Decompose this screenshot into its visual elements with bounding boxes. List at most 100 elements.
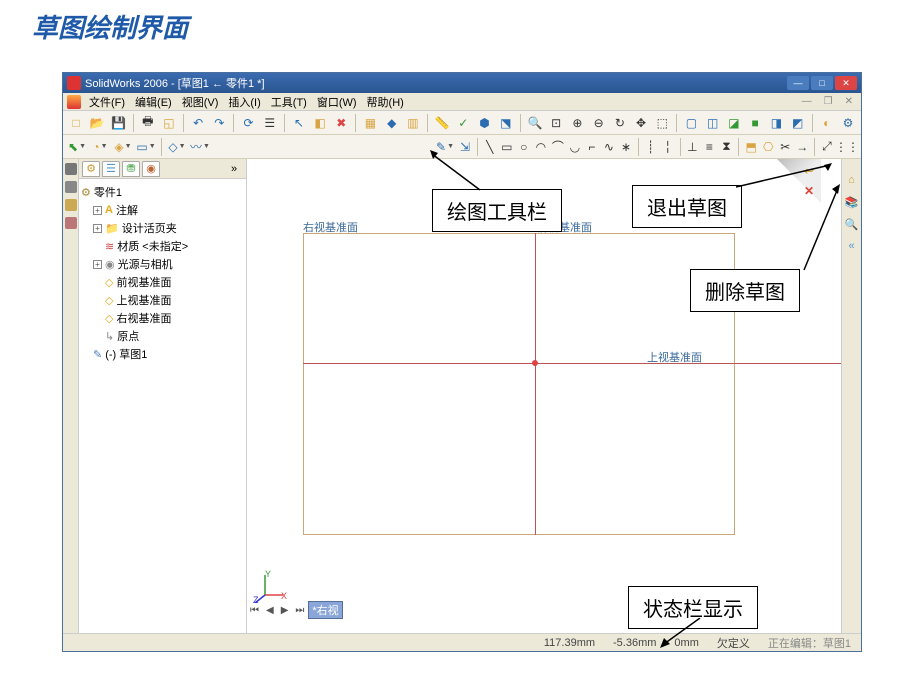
tab-nav-prev[interactable]: ◀ — [263, 605, 277, 616]
material-button[interactable]: ◆ — [383, 113, 401, 133]
menu-edit[interactable]: 编辑(E) — [131, 94, 176, 110]
open-button[interactable]: 📂 — [88, 113, 106, 133]
redo-button[interactable]: ↷ — [210, 113, 228, 133]
extrude-button[interactable]: ⬉▼ — [67, 137, 87, 157]
refgeom-button[interactable]: ◇▼ — [167, 137, 187, 157]
tree-design-binder[interactable]: +📁设计活页夹 — [81, 219, 244, 237]
convert-button[interactable]: ⬒ — [744, 137, 758, 157]
loft-button[interactable]: ▭▼ — [136, 137, 156, 157]
zoom-area-button[interactable]: ⊡ — [547, 113, 565, 133]
close-button[interactable]: ✕ — [835, 76, 857, 90]
view-settings-button[interactable]: ⚙ — [839, 113, 857, 133]
slide-title: 草图绘制界面 — [0, 0, 920, 45]
undo-button[interactable]: ↶ — [189, 113, 207, 133]
hidden-button[interactable]: ◫ — [704, 113, 722, 133]
color-button[interactable]: ▦ — [361, 113, 379, 133]
tree-plane-right[interactable]: ◇右视基准面 — [81, 309, 244, 327]
pattern-button[interactable]: ⋮⋮ — [837, 137, 857, 157]
centerline-button[interactable]: ┊ — [644, 137, 658, 157]
taskpane-explorer-icon[interactable]: 🔍 — [845, 217, 859, 231]
view-orient-button[interactable]: ⬚ — [653, 113, 671, 133]
tree-lights[interactable]: +◉光源与相机 — [81, 255, 244, 273]
shaded-edge-button[interactable]: ◪ — [725, 113, 743, 133]
fm-tab-prop[interactable]: ☰ — [102, 161, 120, 177]
point-button[interactable]: ∗ — [619, 137, 633, 157]
zoom-in-button[interactable]: ⊕ — [568, 113, 586, 133]
trim-button[interactable]: ✂ — [778, 137, 792, 157]
tree-plane-top[interactable]: ◇上视基准面 — [81, 291, 244, 309]
check-button[interactable]: ✓ — [454, 113, 472, 133]
zoom-out-button[interactable]: ⊖ — [590, 113, 608, 133]
tab-nav-first[interactable]: ⏮ — [247, 605, 262, 616]
tree-sketch1[interactable]: ✎(-) 草图1 — [81, 345, 244, 363]
display-rel-button[interactable]: ≡ — [702, 137, 716, 157]
revolve-button[interactable]: ◔▼ — [90, 137, 110, 157]
section-view-button[interactable]: ◐ — [818, 113, 836, 133]
active-view-tab[interactable]: *右视 — [308, 601, 342, 619]
fm-tab-render[interactable]: ◉ — [142, 161, 160, 177]
tree-annotations[interactable]: +A注解 — [81, 201, 244, 219]
menu-file[interactable]: 文件(F) — [85, 94, 129, 110]
texture-button[interactable]: ▥ — [404, 113, 422, 133]
shaded-button[interactable]: ■ — [746, 113, 764, 133]
shadow-button[interactable]: ◨ — [767, 113, 785, 133]
tool2-button[interactable]: ◧ — [311, 113, 329, 133]
massprop-button[interactable]: ⬢ — [475, 113, 493, 133]
rail-feature-icon[interactable] — [65, 163, 77, 175]
pan-button[interactable]: ✥ — [632, 113, 650, 133]
sweep-button[interactable]: ◈▼ — [113, 137, 133, 157]
rebuild-button[interactable]: ⟳ — [239, 113, 257, 133]
menu-help[interactable]: 帮助(H) — [363, 94, 408, 110]
fm-tab-expand[interactable]: » — [225, 161, 243, 177]
taskpane-collapse-icon[interactable]: « — [845, 239, 859, 253]
arc-3pt-button[interactable]: ◡ — [568, 137, 582, 157]
zoom-fit-button[interactable]: 🔍 — [526, 113, 544, 133]
measure-button[interactable]: 📏 — [433, 113, 451, 133]
new-button[interactable]: □ — [67, 113, 85, 133]
tab-nav-last[interactable]: ⏭ — [292, 605, 307, 616]
sketch-origin-icon — [532, 360, 538, 366]
rotate-view-button[interactable]: ↻ — [611, 113, 629, 133]
menu-insert[interactable]: 插入(I) — [224, 94, 264, 110]
wireframe-button[interactable]: ▢ — [682, 113, 700, 133]
arc-tangent-button[interactable]: ⌒ — [551, 137, 565, 157]
taskpane-resources-icon[interactable]: ⌂ — [845, 173, 859, 187]
rail-surface-icon[interactable] — [65, 199, 77, 211]
sub-restore-button[interactable]: ❐ — [820, 96, 837, 107]
minimize-button[interactable]: — — [787, 76, 809, 90]
tree-origin[interactable]: ↳原点 — [81, 327, 244, 345]
perspective-button[interactable]: ◩ — [789, 113, 807, 133]
rail-sheet-icon[interactable] — [65, 217, 77, 229]
select-button[interactable]: ↖ — [290, 113, 308, 133]
menu-window[interactable]: 窗口(W) — [313, 94, 361, 110]
spline-button[interactable]: ∿ — [602, 137, 616, 157]
fillet-button[interactable]: ⌐ — [585, 137, 599, 157]
maximize-button[interactable]: □ — [811, 76, 833, 90]
save-button[interactable]: 💾 — [109, 113, 127, 133]
arc-center-button[interactable]: ◠ — [534, 137, 548, 157]
print-preview-button[interactable]: ◱ — [160, 113, 178, 133]
tab-nav-next[interactable]: ▶ — [278, 605, 292, 616]
sub-minimize-button[interactable]: — — [798, 96, 816, 107]
taskpane-library-icon[interactable]: 📚 — [845, 195, 859, 209]
construction-button[interactable]: ╎ — [661, 137, 675, 157]
tree-plane-front[interactable]: ◇前视基准面 — [81, 273, 244, 291]
rail-sketch-icon[interactable] — [65, 181, 77, 193]
fm-tab-tree[interactable]: ⚙ — [82, 161, 100, 177]
fm-tab-config[interactable]: ⛃ — [122, 161, 140, 177]
relation-button[interactable]: ⊥ — [685, 137, 699, 157]
offset-button[interactable]: ⎔ — [761, 137, 775, 157]
print-button[interactable]: 🖶 — [139, 113, 157, 133]
sub-close-button[interactable]: ✕ — [841, 96, 857, 107]
section-button[interactable]: ⬔ — [497, 113, 515, 133]
extend-button[interactable]: → — [795, 137, 809, 157]
tree-root[interactable]: ⚙零件1 — [81, 183, 244, 201]
curves-button[interactable]: 〰▼ — [190, 137, 210, 157]
menu-tool[interactable]: 工具(T) — [267, 94, 311, 110]
tree-material[interactable]: ≋材质 <未指定> — [81, 237, 244, 255]
menu-view[interactable]: 视图(V) — [178, 94, 223, 110]
options-button[interactable]: ☰ — [261, 113, 279, 133]
mirror-button[interactable]: ⧗ — [719, 137, 733, 157]
delete-button[interactable]: ✖ — [332, 113, 350, 133]
move-button[interactable]: ⤢ — [820, 137, 834, 157]
